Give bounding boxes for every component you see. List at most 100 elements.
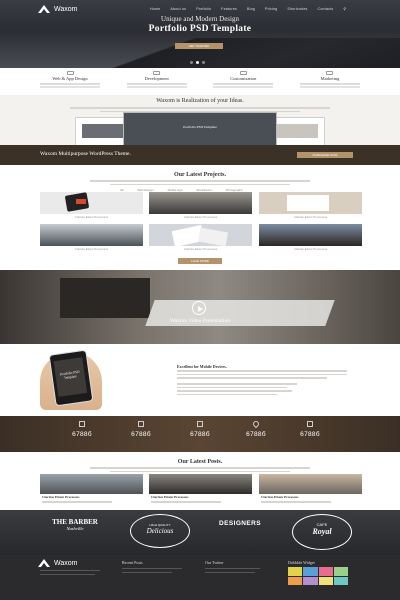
- chat-icon: [307, 421, 313, 427]
- feature-description: [40, 83, 100, 85]
- blog-intro-text: [110, 470, 290, 473]
- slider-dot-active[interactable]: [196, 61, 199, 64]
- projects-title: Our Latest Projects.: [174, 172, 226, 178]
- blog-intro-text: [90, 467, 310, 469]
- mobile-list-item: [177, 383, 297, 385]
- slider-dot[interactable]: [202, 61, 205, 64]
- client-logo-subtitle: Nashville: [66, 526, 84, 531]
- footer-recent-posts-title: Recent Posts: [122, 560, 143, 565]
- feature-item: Customization: [203, 68, 283, 94]
- project-caption: Claritas Etiam Processus: [293, 215, 328, 219]
- mobile-text: [177, 373, 347, 376]
- feature-title: Web & App Design: [52, 76, 88, 81]
- counter: 6788б: [226, 419, 286, 438]
- mobile-text: [177, 377, 327, 379]
- dribbble-shot[interactable]: [303, 567, 318, 576]
- video-title: Waxom Video Presentation: [170, 318, 230, 324]
- post-title[interactable]: Claritas Etiam Processus: [261, 495, 298, 499]
- slider-dots: [190, 61, 205, 64]
- project-thumb[interactable]: [149, 192, 252, 214]
- project-thumb[interactable]: [259, 224, 362, 246]
- post-excerpt: [151, 501, 221, 503]
- feature-item: Marketing: [290, 68, 370, 94]
- logo-icon: [38, 559, 50, 567]
- feature-description: [213, 83, 274, 85]
- hero-title: Portfolio PSD Template: [148, 24, 252, 34]
- feature-description: [126, 83, 187, 85]
- counter-value: 6788б: [300, 431, 320, 438]
- dribbble-shot[interactable]: [333, 567, 348, 576]
- nav-item-shortcodes[interactable]: Shortcodes: [287, 7, 307, 11]
- search-icon[interactable]: ⚲: [343, 7, 346, 11]
- mobile-list-item: [177, 386, 287, 389]
- client-logo: DESIGNERS: [205, 520, 275, 527]
- slider-dot[interactable]: [190, 61, 193, 64]
- project-caption: Claritas Etiam Processus: [74, 247, 109, 251]
- footer-about-text: [40, 573, 95, 575]
- projects-intro-text: [110, 183, 290, 186]
- client-logo-title: DESIGNERS: [219, 520, 261, 527]
- counter-value: 6788б: [72, 431, 92, 438]
- purchase-now-button[interactable]: PURCHASE NOW: [297, 152, 353, 158]
- nav-item-home[interactable]: Home: [150, 7, 160, 11]
- nav-item-portfolio[interactable]: Portfolio: [196, 7, 211, 11]
- projects-intro-text: [90, 180, 310, 182]
- post-title[interactable]: Claritas Etiam Processus: [151, 495, 188, 499]
- post-thumb[interactable]: [259, 474, 362, 494]
- client-logo: HIGH QUALITY Delicious: [130, 514, 190, 548]
- client-logo-subtitle: Royal: [312, 527, 332, 536]
- footer-tweet: [205, 571, 255, 573]
- footer-post-link[interactable]: [122, 568, 182, 570]
- footer-post-link[interactable]: [122, 571, 172, 573]
- logo-icon: [38, 5, 50, 13]
- footer-dribbble-title: Dribbble Widget: [288, 560, 315, 565]
- footer-logo[interactable]: Waxom: [38, 559, 77, 567]
- logo[interactable]: Waxom: [38, 5, 77, 13]
- counter: 6788б: [280, 421, 340, 438]
- counter-value: 6788б: [190, 431, 210, 438]
- purchase-band-text: Waxom Multipurpose WordPress Theme.: [40, 151, 131, 157]
- dribbble-shot[interactable]: [288, 567, 303, 576]
- client-logo: THE BARBER Nashville: [40, 518, 110, 531]
- bulb-icon: [79, 421, 85, 427]
- post-excerpt: [261, 501, 331, 503]
- post-title[interactable]: Claritas Etiam Processus: [42, 495, 79, 499]
- nav-item-features[interactable]: Features: [221, 7, 237, 11]
- dribbble-grid: [288, 567, 348, 585]
- coffee-icon: [138, 421, 144, 427]
- footer-tweet: [205, 568, 260, 570]
- nav-item-pricing[interactable]: Pricing: [265, 7, 277, 11]
- heart-icon: [251, 419, 261, 429]
- post-thumb[interactable]: [149, 474, 252, 494]
- get-started-button[interactable]: GET STARTED: [175, 43, 223, 49]
- nav-item-contacts[interactable]: Contacts: [318, 7, 334, 11]
- dribbble-shot[interactable]: [303, 576, 318, 585]
- realization-title: Waxom is Realization of your Ideas.: [156, 98, 244, 104]
- load-more-button[interactable]: LOAD MORE: [178, 258, 222, 264]
- play-button[interactable]: [192, 301, 206, 315]
- project-thumb[interactable]: [40, 192, 143, 214]
- dribbble-shot[interactable]: [318, 576, 333, 585]
- dribbble-shot[interactable]: [333, 576, 348, 585]
- project-thumb[interactable]: [40, 224, 143, 246]
- nav-item-about[interactable]: About us: [170, 7, 186, 11]
- client-logo-title: THE BARBER: [52, 518, 98, 526]
- screen-title: Portfolio PSD Template: [183, 125, 217, 129]
- blog-title: Our Latest Posts.: [177, 459, 223, 465]
- counter-value: 6788б: [246, 431, 266, 438]
- code-icon: [153, 71, 161, 75]
- project-thumb[interactable]: [149, 224, 252, 246]
- counter: 6788б: [111, 421, 171, 438]
- main-nav: Home About us Portfolio Features Blog Pr…: [150, 7, 346, 11]
- realization-text: [70, 107, 330, 109]
- project-thumb[interactable]: [259, 192, 362, 214]
- dribbble-shot[interactable]: [318, 567, 333, 576]
- page: Waxom Home About us Portfolio Features B…: [0, 0, 400, 600]
- gear-icon: [239, 71, 247, 75]
- mobile-list-item: [177, 390, 292, 392]
- footer-twitter-title: Our Twitter: [205, 560, 224, 565]
- post-thumb[interactable]: [40, 474, 143, 494]
- nav-item-blog[interactable]: Blog: [247, 7, 255, 11]
- feature-item: Web & App Design: [30, 68, 110, 94]
- dribbble-shot[interactable]: [288, 576, 303, 585]
